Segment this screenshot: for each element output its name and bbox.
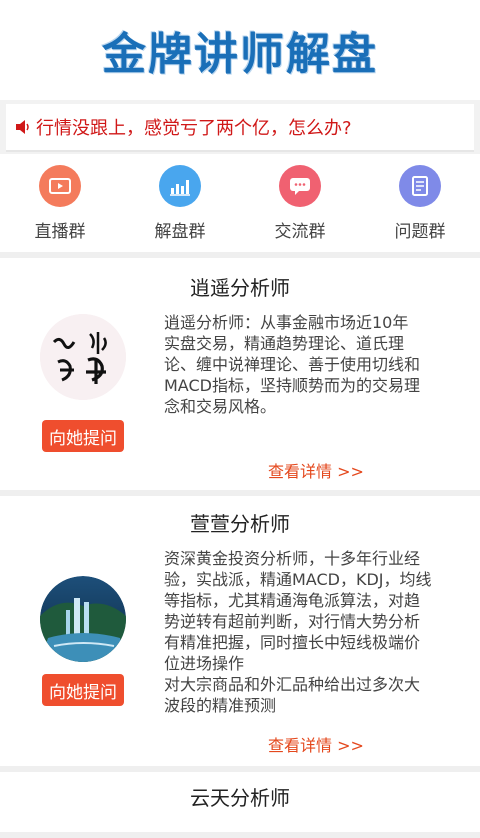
desc-line: 对大宗商品和外汇品种给出过多次大	[164, 675, 421, 694]
waterfall-avatar	[40, 576, 126, 662]
nav-label: 直播群	[34, 221, 86, 242]
tv-icon	[39, 164, 81, 207]
calligraphy-avatar	[40, 314, 126, 400]
bar-chart-icon	[159, 164, 201, 207]
nav-item-analysis[interactable]: 解盘群	[125, 164, 235, 242]
analyst-description: 资深黄金投资分析师，十多年行业经 验，实战派，精通MACD，KDJ，均线 等指标…	[164, 548, 460, 716]
analyst-card: 云天分析师	[0, 772, 480, 838]
desc-line: 势逆转有超前判断，对行情大势分析	[164, 612, 421, 631]
page-title: 金牌讲师解盘	[102, 29, 378, 80]
analyst-name: 萱萱分析师	[190, 512, 290, 536]
analyst-card: 逍遥分析师 向她提问 逍遥分析师：从事金融市场近10年 实盘交易，精通趋势理论、…	[0, 258, 480, 496]
notice-text: 行情没跟上，感觉亏了两个亿，怎么办?	[36, 118, 352, 139]
desc-line: 论、缠中说禅理论、善于使用切线和	[164, 355, 421, 374]
nav-label: 解盘群	[154, 221, 206, 242]
chat-icon	[279, 164, 321, 207]
desc-line: 波段的精准预测	[164, 696, 277, 715]
analyst-card: 萱萱分析师 向她提问 资深黄金投资分析师，十多年行业经 验，实战派，精通MACD…	[0, 496, 480, 772]
document-icon	[399, 164, 441, 207]
nav-label: 问题群	[394, 221, 446, 242]
desc-line: 资深黄金投资分析师，十多年行业经	[164, 549, 421, 568]
notice-bar[interactable]: 行情没跟上，感觉亏了两个亿，怎么办?	[6, 104, 474, 152]
desc-line: 有精准把握，同时擅长中短线极端价	[164, 633, 421, 652]
nav-label: 交流群	[274, 221, 326, 242]
desc-line: MACD指标，坚持顺势而为的交易理	[164, 376, 420, 395]
nav-item-chat[interactable]: 交流群	[245, 164, 355, 242]
analyst-name: 云天分析师	[190, 786, 290, 810]
view-details-link[interactable]: 查看详情 >>	[268, 732, 364, 756]
desc-line: 念和交易风格。	[164, 397, 277, 416]
analyst-description: 逍遥分析师：从事金融市场近10年 实盘交易，精通趋势理论、道氏理 论、缠中说禅理…	[164, 312, 460, 417]
page: 金牌讲师解盘 行情没跟上，感觉亏了两个亿，怎么办? 直播群 解盘群 交流群 问题…	[0, 0, 480, 838]
header: 金牌讲师解盘	[0, 0, 480, 100]
analyst-name: 逍遥分析师	[190, 276, 290, 300]
group-nav: 直播群 解盘群 交流群 问题群	[0, 154, 480, 258]
desc-line: 位进场操作	[164, 654, 245, 673]
nav-item-live[interactable]: 直播群	[5, 164, 115, 242]
view-details-link[interactable]: 查看详情 >>	[268, 458, 364, 482]
desc-line: 等指标，尤其精通海龟派算法，对趋	[164, 591, 421, 610]
ask-button[interactable]: 向她提问	[42, 420, 124, 452]
ask-button[interactable]: 向她提问	[42, 674, 124, 706]
desc-line: 实盘交易，精通趋势理论、道氏理	[164, 334, 405, 353]
nav-item-questions[interactable]: 问题群	[365, 164, 475, 242]
speaker-icon	[16, 120, 29, 134]
desc-line: 验，实战派，精通MACD，KDJ，均线	[164, 570, 432, 589]
desc-line: 逍遥分析师：从事金融市场近10年	[164, 313, 409, 332]
